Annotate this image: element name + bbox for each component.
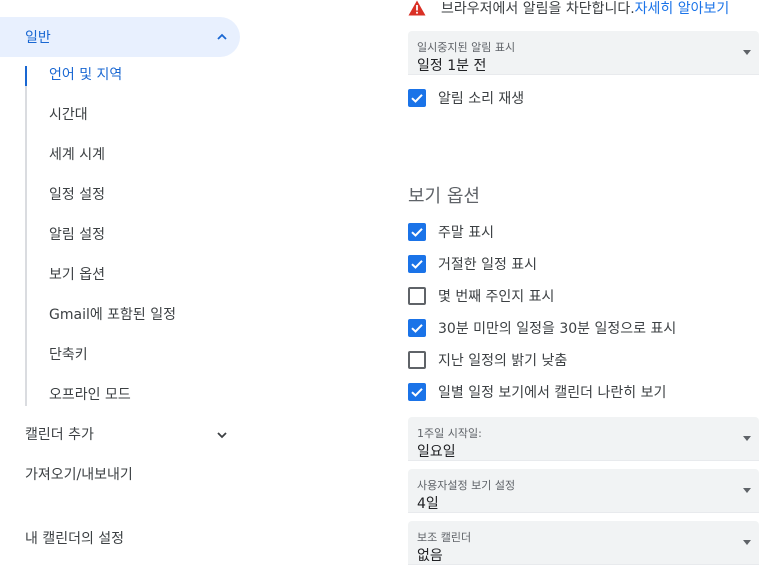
play-sound-checkbox[interactable] — [408, 89, 426, 107]
custom-view-select[interactable]: 사용자설정 보기 설정 4일 — [408, 469, 759, 513]
settings-sidebar: 일반 언어 및 지역 시간대 세계 시계 일정 설정 알림 설정 보기 옵션 G… — [0, 0, 250, 574]
secondary-calendar-select[interactable]: 보조 캘린더 없음 — [408, 521, 759, 565]
sidebar-item-import-export[interactable]: 가져오기/내보내기 — [25, 465, 133, 485]
chevron-up-icon — [217, 33, 227, 40]
add-calendar-label: 캘린더 추가 — [25, 427, 94, 443]
paused-notifications-value: 일정 1분 전 — [417, 58, 487, 74]
dim-past-events-label: 지난 일정의 밝기 낮춤 — [438, 353, 568, 369]
learn-more-link[interactable]: 자세히 알아보기 — [635, 0, 730, 18]
check-icon — [411, 324, 423, 333]
dim-past-events-checkbox[interactable] — [408, 351, 426, 369]
check-icon — [411, 94, 423, 103]
short-events-checkbox[interactable] — [408, 319, 426, 337]
show-weekends-checkbox[interactable] — [408, 223, 426, 241]
dropdown-arrow-icon — [743, 50, 751, 55]
sidebar-item-shortcuts[interactable]: 단축키 — [49, 345, 88, 365]
side-by-side-row[interactable]: 일별 일정 보기에서 캘린더 나란히 보기 — [408, 382, 666, 402]
side-by-side-label: 일별 일정 보기에서 캘린더 나란히 보기 — [438, 385, 667, 401]
warning-icon — [408, 0, 426, 16]
secondary-calendar-caption: 보조 캘린더 — [417, 531, 472, 544]
short-events-label: 30분 미만의 일정을 30분 일정으로 표시 — [438, 321, 677, 337]
play-sound-checkbox-row[interactable]: 알림 소리 재생 — [408, 88, 524, 108]
sidebar-item-notification-settings[interactable]: 알림 설정 — [49, 225, 105, 245]
subnav-indicator-line — [25, 66, 27, 406]
show-declined-checkbox[interactable] — [408, 255, 426, 273]
short-events-row[interactable]: 30분 미만의 일정을 30분 일정으로 표시 — [408, 318, 676, 338]
nav-general-label: 일반 — [25, 30, 51, 46]
play-sound-label: 알림 소리 재생 — [438, 91, 525, 107]
paused-notifications-select[interactable]: 일시중지된 알림 표시 일정 1분 전 — [408, 31, 759, 75]
week-start-caption: 1주일 시작일: — [417, 427, 482, 440]
dim-past-events-row[interactable]: 지난 일정의 밝기 낮춤 — [408, 350, 567, 370]
custom-view-value: 4일 — [417, 496, 439, 512]
paused-notifications-caption: 일시중지된 알림 표시 — [417, 41, 516, 54]
sidebar-item-world-clock[interactable]: 세계 시계 — [49, 145, 105, 165]
sidebar-item-add-calendar[interactable]: 캘린더 추가 — [25, 425, 227, 445]
view-options-heading: 보기 옵션 — [408, 186, 480, 207]
dropdown-arrow-icon — [743, 540, 751, 545]
sidebar-item-my-calendars[interactable]: 내 캘린더의 설정 — [25, 529, 124, 549]
secondary-calendar-value: 없음 — [417, 548, 443, 564]
side-by-side-checkbox[interactable] — [408, 383, 426, 401]
sidebar-item-event-settings[interactable]: 일정 설정 — [49, 185, 105, 205]
show-week-numbers-checkbox[interactable] — [408, 287, 426, 305]
dropdown-arrow-icon — [743, 488, 751, 493]
sidebar-item-gmail-events[interactable]: Gmail에 포함된 일정 — [49, 305, 176, 325]
warning-text: 브라우저에서 알림을 차단합니다. — [441, 1, 635, 17]
dropdown-arrow-icon — [743, 436, 751, 441]
week-start-value: 일요일 — [417, 444, 456, 460]
nav-general[interactable]: 일반 — [0, 17, 240, 57]
show-weekends-label: 주말 표시 — [438, 225, 494, 241]
sidebar-item-timezone[interactable]: 시간대 — [49, 105, 88, 125]
show-week-numbers-row[interactable]: 몇 번째 주인지 표시 — [408, 286, 554, 306]
custom-view-caption: 사용자설정 보기 설정 — [417, 479, 516, 492]
check-icon — [411, 228, 423, 237]
sidebar-item-offline[interactable]: 오프라인 모드 — [49, 385, 131, 405]
show-declined-label: 거절한 일정 표시 — [438, 257, 538, 273]
check-icon — [411, 388, 423, 397]
sidebar-item-language-region[interactable]: 언어 및 지역 — [49, 65, 122, 85]
subnav-active-bar — [25, 66, 27, 86]
show-declined-row[interactable]: 거절한 일정 표시 — [408, 254, 537, 274]
sidebar-item-view-options[interactable]: 보기 옵션 — [49, 265, 105, 285]
check-icon — [411, 260, 423, 269]
show-week-numbers-label: 몇 번째 주인지 표시 — [438, 289, 555, 305]
chevron-down-icon — [217, 432, 227, 439]
week-start-select[interactable]: 1주일 시작일: 일요일 — [408, 417, 759, 461]
notification-blocked-warning: 브라우저에서 알림을 차단합니다. 자세히 알아보기 — [408, 0, 729, 17]
show-weekends-row[interactable]: 주말 표시 — [408, 222, 494, 242]
